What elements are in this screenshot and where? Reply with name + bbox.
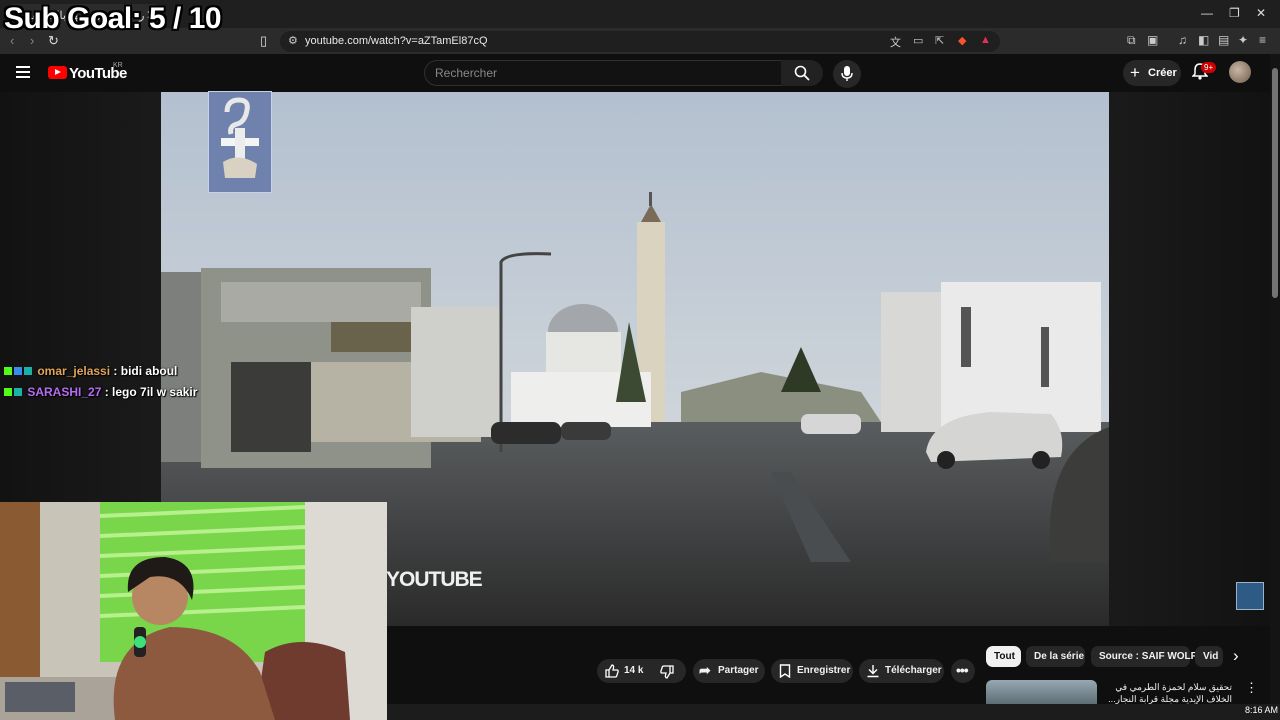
- share-button[interactable]: ➦ Partager: [693, 659, 765, 683]
- url-text: youtube.com/watch?v=aZTamEl87cQ: [305, 35, 488, 47]
- translate-icon[interactable]: 文: [890, 34, 901, 50]
- region-code: KR: [113, 62, 123, 69]
- search-placeholder: Rechercher: [435, 66, 498, 80]
- like-count[interactable]: 14 k: [624, 665, 643, 676]
- sub-goal-overlay: Sub Goal: 5 / 10: [4, 2, 222, 35]
- badge-icon: [4, 367, 12, 375]
- create-button[interactable]: + Créer: [1123, 60, 1181, 86]
- more-actions-button[interactable]: •••: [951, 659, 975, 683]
- chat-username: omar_jelassi: [37, 364, 111, 378]
- recommended-video-title[interactable]: تحقيق سلام لحمزة الطرمي في الخلاف الإيدي…: [1102, 681, 1232, 705]
- dislike-icon[interactable]: [659, 664, 675, 680]
- notification-count-badge: 9+: [1201, 62, 1217, 73]
- account-avatar[interactable]: [1229, 61, 1251, 83]
- brave-shield-icon[interactable]: ◆: [958, 34, 966, 47]
- save-playlist-icon: [779, 664, 791, 678]
- site-info-icon[interactable]: ⚙: [288, 34, 298, 47]
- chip-videos[interactable]: Vid: [1195, 646, 1223, 667]
- chip-label: De la série: [1034, 651, 1085, 662]
- chip-source[interactable]: Source : SAIF WOLF: [1091, 646, 1197, 667]
- chip-label: Source : SAIF WOLF: [1099, 651, 1197, 662]
- bookmark-icon[interactable]: ▯: [260, 33, 267, 49]
- leo-icon[interactable]: ✦: [1238, 33, 1248, 47]
- media-icon[interactable]: ♫: [1178, 33, 1187, 47]
- badge-icon: [14, 367, 22, 375]
- wallet-icon[interactable]: ▤: [1218, 33, 1229, 47]
- chat-username: SARASHI_27: [27, 385, 102, 399]
- create-label: Créer: [1148, 67, 1177, 79]
- taskbar-clock: 8:16 AM: [1245, 705, 1279, 715]
- address-bar[interactable]: ⚙ youtube.com/watch?v=aZTamEl87cQ 文 ▭ ⇱ …: [280, 31, 1000, 52]
- save-button[interactable]: Enregistrer: [771, 659, 853, 683]
- sidebar-icon[interactable]: ▣: [1147, 33, 1158, 47]
- download-button[interactable]: Télécharger: [859, 659, 944, 683]
- search-input[interactable]: Rechercher: [424, 60, 782, 86]
- youtube-logo-icon[interactable]: [48, 66, 67, 79]
- plus-icon: +: [1130, 63, 1140, 82]
- more-horizontal-icon: •••: [956, 662, 969, 678]
- save-label: Enregistrer: [797, 665, 851, 676]
- voice-search-button[interactable]: [833, 60, 861, 88]
- split-view-icon[interactable]: ◧: [1198, 33, 1209, 47]
- webcam-frame: [0, 502, 387, 720]
- search-button[interactable]: [781, 60, 823, 86]
- chat-text: bidi aboul: [120, 364, 178, 378]
- chevron-right-icon[interactable]: ›: [1233, 646, 1239, 666]
- extensions-icon[interactable]: ⧉: [1127, 33, 1136, 48]
- download-icon: [867, 665, 879, 678]
- like-dislike-group: 14 k: [597, 659, 686, 683]
- channel-watermark-icon[interactable]: [1236, 582, 1264, 610]
- download-label: Télécharger: [885, 665, 942, 676]
- hamburger-menu-icon[interactable]: [16, 66, 30, 78]
- restore-icon[interactable]: ❐: [1229, 6, 1240, 20]
- badge-icon: [14, 388, 22, 396]
- chat-message: SARASHI_27 : lego 7il w sakir: [4, 385, 197, 406]
- badge-icon: [4, 388, 12, 396]
- like-icon[interactable]: [604, 663, 620, 679]
- search-icon: [794, 65, 810, 81]
- emblem-figure-icon: [221, 97, 259, 178]
- chip-series[interactable]: De la série: [1026, 646, 1085, 667]
- video-watermark: YOUTUBE: [386, 568, 483, 591]
- chat-message: omar_jelassi : bidi aboul: [4, 364, 197, 385]
- minimize-icon[interactable]: —: [1201, 6, 1213, 20]
- scrollbar-thumb[interactable]: [1272, 68, 1278, 298]
- more-vertical-icon[interactable]: ⋮: [1245, 680, 1258, 696]
- youtube-header: YouTube KR Rechercher + Créer 9+: [0, 54, 1270, 92]
- cast-icon[interactable]: ▭: [913, 34, 923, 47]
- rewards-icon[interactable]: ▲: [980, 34, 991, 46]
- stream-chat-overlay: omar_jelassi : bidi aboul SARASHI_27 : l…: [4, 364, 197, 406]
- share-page-icon[interactable]: ⇱: [935, 34, 944, 47]
- chip-label: Vid: [1203, 651, 1219, 662]
- chip-label: Tout: [994, 651, 1015, 662]
- browser-menu-icon[interactable]: ≡: [1259, 33, 1266, 47]
- streamer-webcam: [0, 502, 387, 720]
- share-label: Partager: [718, 665, 759, 676]
- window-close-icon[interactable]: ✕: [1256, 6, 1266, 20]
- microphone-icon: [841, 66, 853, 81]
- chat-text: lego 7il w sakir: [112, 385, 198, 399]
- chip-all[interactable]: Tout: [986, 646, 1021, 667]
- page-scrollbar[interactable]: [1270, 54, 1280, 704]
- os-taskbar: [387, 704, 1280, 720]
- channel-emblem: [208, 91, 272, 193]
- share-icon: ➦: [699, 662, 711, 678]
- badge-icon: [24, 367, 32, 375]
